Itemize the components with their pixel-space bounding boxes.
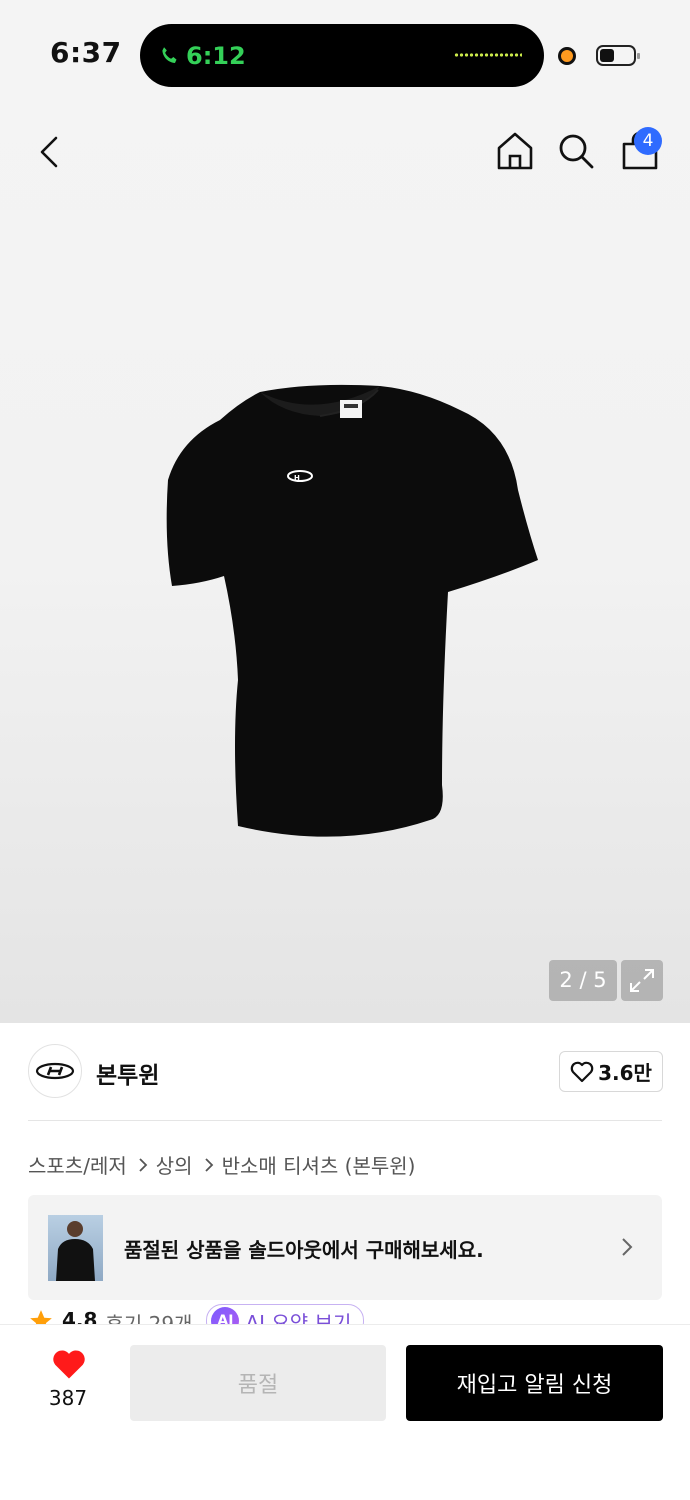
chevron-right-icon	[622, 1238, 633, 1256]
chevron-right-icon	[139, 1157, 148, 1172]
brand-like-button[interactable]: 3.6만	[559, 1051, 663, 1092]
brand-like-count: 3.6만	[598, 1061, 652, 1085]
breadcrumb-item-subcategory[interactable]: 상의	[156, 1150, 193, 1179]
breadcrumb-item-current[interactable]: 반소매 티셔츠 (본투윈)	[222, 1150, 416, 1179]
status-time: 6:37	[50, 36, 122, 69]
battery-icon	[596, 45, 640, 66]
banner-text: 품절된 상품을 솔드아웃에서 구매해보세요.	[124, 1238, 484, 1262]
product-image[interactable]: H	[160, 380, 545, 845]
heart-outline-icon	[570, 1061, 594, 1082]
call-timer: 6:12	[186, 41, 246, 70]
heart-filled-icon	[53, 1350, 85, 1379]
banner-thumbnail	[48, 1215, 103, 1281]
wishlist-button[interactable]: 387	[30, 1348, 106, 1418]
privacy-indicator-icon	[558, 47, 576, 65]
back-icon[interactable]	[30, 130, 70, 174]
breadcrumb-item-category[interactable]: 스포츠/레저	[28, 1150, 127, 1179]
home-icon[interactable]	[494, 130, 536, 172]
restock-alert-button[interactable]: 재입고 알림 신청	[406, 1345, 663, 1421]
expand-icon	[630, 969, 654, 992]
soldout-button: 품절	[130, 1345, 386, 1421]
breadcrumb: 스포츠/레저 상의 반소매 티셔츠 (본투윈)	[28, 1150, 415, 1179]
phone-icon	[162, 46, 177, 63]
brand-logo[interactable]	[28, 1044, 82, 1098]
soldout-banner[interactable]: 품절된 상품을 솔드아웃에서 구매해보세요.	[28, 1195, 662, 1300]
search-icon[interactable]	[557, 131, 595, 171]
divider	[28, 1120, 662, 1121]
wishlist-count: 387	[48, 1386, 88, 1410]
cart-count-badge: 4	[634, 127, 662, 155]
audio-wave-icon	[454, 52, 522, 58]
expand-image-button[interactable]	[621, 960, 663, 1001]
chevron-right-icon	[204, 1157, 213, 1172]
svg-text:H: H	[294, 474, 300, 482]
gallery-page-indicator: 2 / 5	[549, 960, 617, 1001]
brand-name[interactable]: 본투윈	[96, 1056, 159, 1090]
dynamic-island-call[interactable]: 6:12	[140, 24, 544, 87]
